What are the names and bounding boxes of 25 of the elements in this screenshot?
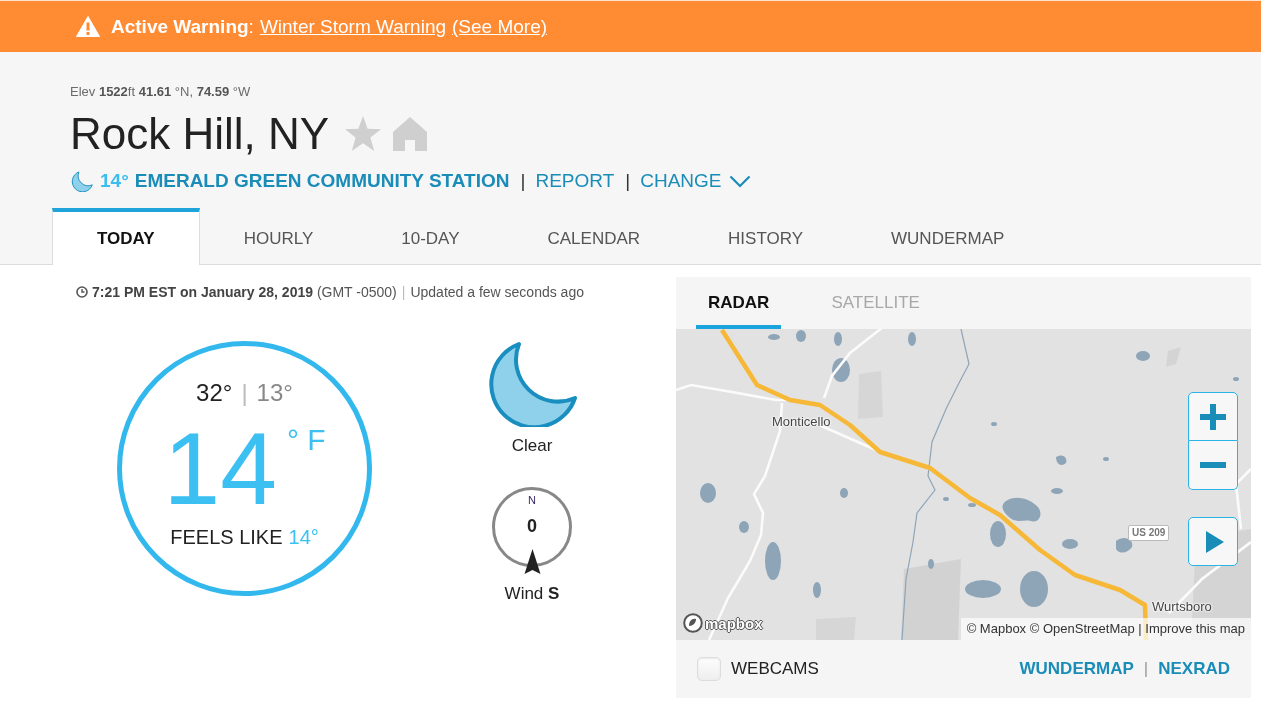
observation-time: 7:21 PM EST on January 28, 2019 (GMT -0500) [92,283,397,300]
compass-north-label: N [527,494,537,507]
wind-speed: 0 [526,515,538,537]
alert-label: Active Warning: [111,15,254,38]
separator-text: | [520,170,526,192]
map-logo-text: mapbox [705,614,763,632]
condition-text: Clear [511,436,553,456]
separator-text: | [241,379,248,407]
place-label: Wurtsboro [1152,599,1212,615]
separator-text: | [1143,659,1149,679]
webcams-label: WEBCAMS [731,659,819,679]
temperature-unit: ° F [286,422,326,458]
high-temperature: 32° [196,379,233,407]
updated-text: Updated a few seconds ago [410,283,584,300]
feels-like-value: 14° [288,525,319,549]
feels-like-label: FEELS LIKE [170,525,283,549]
location-title: Rock Hill, NY [70,109,330,159]
coordinates-text: Elev 1522ft 41.61 °N, 74.59 °W [69,84,252,100]
separator-text: | [401,283,406,300]
map-attribution: © Mapbox © OpenStreetMap | Improve this map [960,618,1251,640]
current-temperature: 14 [163,418,277,520]
wind-label: Wind S [504,584,560,604]
station-temperature: 14° [100,170,129,192]
separator-text: | [625,170,631,192]
low-temperature: 13° [256,379,293,407]
